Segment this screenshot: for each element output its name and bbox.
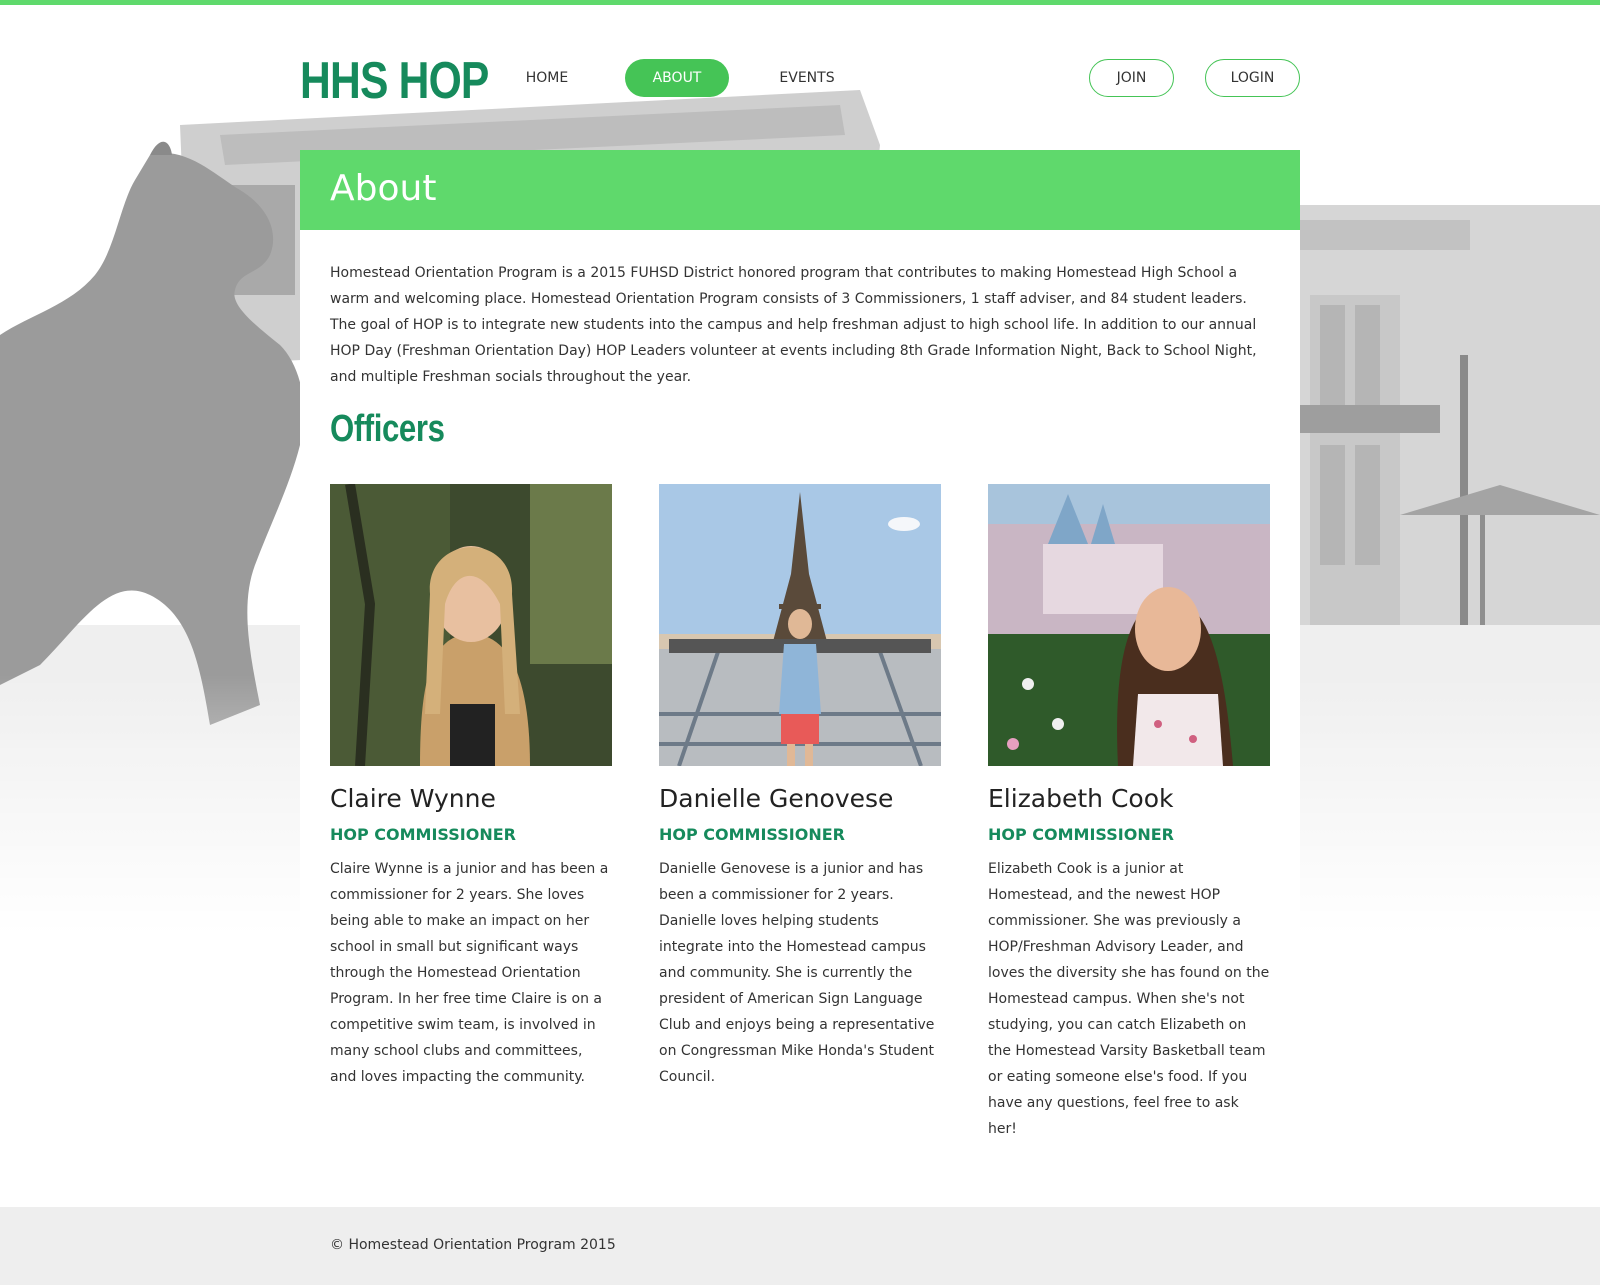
- officer-name: Danielle Genovese: [659, 784, 894, 813]
- page-banner: About: [300, 150, 1300, 230]
- join-button[interactable]: JOIN: [1089, 59, 1174, 97]
- officer-role: HOP COMMISSIONER: [988, 825, 1174, 844]
- officer-photo: [988, 484, 1270, 766]
- intro-paragraph: Homestead Orientation Program is a 2015 …: [330, 265, 1257, 385]
- login-button[interactable]: LOGIN: [1205, 59, 1300, 97]
- officer-card: Danielle Genovese HOP COMMISSIONER Danie…: [659, 484, 941, 1090]
- site-header: HHS HOP HOME ABOUT EVENTS JOIN LOGIN: [300, 5, 1300, 150]
- nav-home[interactable]: HOME: [507, 59, 587, 97]
- officer-card: Claire Wynne HOP COMMISSIONER Claire Wyn…: [330, 484, 612, 1090]
- officer-card: Elizabeth Cook HOP COMMISSIONER Elizabet…: [988, 484, 1270, 1142]
- officer-bio: Elizabeth Cook is a junior at Homestead,…: [988, 861, 1270, 1137]
- officer-role: HOP COMMISSIONER: [330, 825, 516, 844]
- officer-photo: [659, 484, 941, 766]
- officer-bio: Danielle Genovese is a junior and has be…: [659, 861, 935, 1085]
- officer-name: Claire Wynne: [330, 784, 496, 813]
- footer-copyright: © Homestead Orientation Program 2015: [330, 1237, 616, 1253]
- site-logo[interactable]: HHS HOP: [300, 51, 489, 111]
- officer-photo: [330, 484, 612, 766]
- page-title: About: [330, 168, 437, 209]
- officer-bio: Claire Wynne is a junior and has been a …: [330, 861, 609, 1085]
- officer-role: HOP COMMISSIONER: [659, 825, 845, 844]
- officer-name: Elizabeth Cook: [988, 784, 1174, 813]
- nav-about[interactable]: ABOUT: [625, 59, 729, 97]
- nav-events[interactable]: EVENTS: [760, 59, 854, 97]
- site-footer: © Homestead Orientation Program 2015: [0, 1207, 1600, 1285]
- main-content: About Homestead Orientation Program is a…: [300, 150, 1300, 1205]
- officers-heading: Officers: [330, 408, 445, 450]
